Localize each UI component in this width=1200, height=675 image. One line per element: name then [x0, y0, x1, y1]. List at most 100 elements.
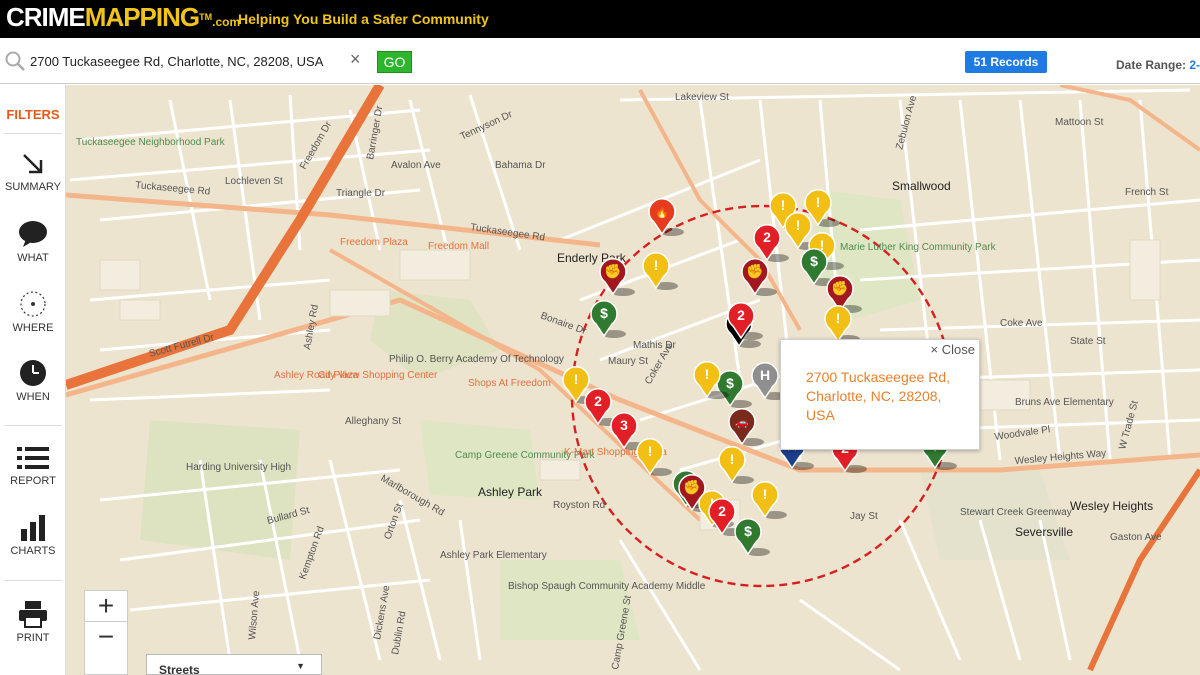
sidebar-label-charts: CHARTS: [10, 545, 56, 557]
location-target-icon: [20, 291, 46, 317]
map-label: Lakeview St: [675, 92, 729, 103]
map-label: Freedom Plaza: [340, 237, 408, 248]
divider: [4, 580, 62, 581]
map-label: Ashley Park Elementary: [440, 550, 547, 561]
date-range-label: Date Range:: [1116, 58, 1187, 72]
arrow-down-right-icon: [23, 154, 43, 174]
multiple-icon: 2: [594, 393, 602, 409]
theft-icon: $: [600, 305, 608, 321]
map-label: Royston Rd: [553, 500, 605, 511]
address-search-input[interactable]: [30, 48, 350, 74]
map-label: Coke Ave: [1000, 318, 1043, 329]
map-label: State St: [1070, 336, 1106, 347]
map-label: Marie Luther King Community Park: [840, 242, 997, 253]
sidebar-label-when: WHEN: [16, 391, 50, 403]
multiple-icon: 2: [763, 229, 771, 245]
map-label: Mattoon St: [1055, 117, 1104, 128]
sidebar-item-print[interactable]: PRINT: [0, 600, 66, 644]
sidebar-item-what[interactable]: WHAT: [0, 220, 66, 264]
map-label: Wesley Heights: [1070, 499, 1153, 513]
multiple-icon: 3: [620, 417, 628, 433]
sidebar-item-report[interactable]: REPORT: [0, 445, 66, 487]
map-label: Seversville: [1015, 525, 1073, 539]
layer-select-value: Streets: [159, 663, 200, 675]
search-bar: × GO 51 Records Date Range: 2-: [0, 38, 1200, 84]
left-sidebar: FILTERS SUMMARY WHAT WHERE WHEN REPORT C…: [0, 85, 66, 675]
sidebar-item-where[interactable]: WHERE: [0, 290, 66, 334]
date-range-value[interactable]: 2-: [1189, 58, 1200, 72]
list-icon: [17, 447, 49, 469]
sidebar-item-summary[interactable]: SUMMARY: [0, 151, 66, 193]
map-label: Maury St: [608, 356, 648, 367]
logo-part2: MAPPING: [84, 2, 200, 32]
map-label: Bruns Ave Elementary: [1015, 397, 1114, 408]
sidebar-label-report: REPORT: [10, 475, 56, 487]
bar-chart-icon: [21, 515, 45, 541]
map-label: Smallwood: [892, 179, 951, 193]
map-label: Gaston Ave: [1110, 532, 1162, 543]
crime-map[interactable]: Enderly Park Ashley Park Smallwood Sever…: [66, 85, 1200, 675]
map-label: Harding University High: [186, 462, 291, 473]
caution-icon: !: [705, 366, 710, 382]
sidebar-item-charts[interactable]: CHARTS: [0, 515, 66, 557]
caution-icon: !: [763, 486, 768, 502]
caution-icon: !: [730, 451, 735, 467]
go-button[interactable]: GO: [377, 51, 412, 73]
popup-close-button[interactable]: × Close: [931, 342, 975, 357]
theft-icon: $: [744, 523, 752, 539]
caution-icon: !: [796, 217, 801, 233]
map-label: French St: [1125, 187, 1169, 198]
speech-bubble-icon: [19, 221, 47, 247]
clock-icon: [20, 360, 46, 386]
map-label: Shops At Freedom: [468, 378, 551, 389]
arson-icon: 🔥: [655, 206, 669, 219]
divider: [4, 425, 62, 426]
clear-icon[interactable]: ×: [350, 49, 361, 70]
zoom-out-button[interactable]: −: [85, 622, 127, 652]
caution-icon: !: [836, 310, 841, 326]
date-range[interactable]: Date Range: 2-: [1116, 58, 1200, 72]
caution-icon: !: [654, 257, 659, 273]
crimemapping-logo[interactable]: CRIMEMAPPINGTM.com: [6, 2, 240, 37]
multiple-icon: 2: [718, 503, 726, 519]
map-label: Triangle Dr: [336, 188, 386, 199]
caution-icon: !: [648, 443, 653, 459]
theft-icon: $: [726, 375, 734, 391]
top-header: CRIMEMAPPINGTM.com Helping You Build a S…: [0, 0, 1200, 38]
map-label: Bishop Spaugh Community Academy Middle: [508, 581, 706, 592]
basemap-layer-select[interactable]: Streets ▼: [146, 654, 322, 675]
printer-icon: [19, 601, 47, 628]
multiple-icon: 2: [737, 307, 745, 323]
map-label: Bahama Dr: [495, 160, 546, 171]
filters-label[interactable]: FILTERS: [0, 107, 66, 122]
map-label: Lochleven St: [225, 176, 283, 187]
sidebar-label-summary: SUMMARY: [4, 181, 62, 193]
chevron-down-icon: ▼: [296, 661, 305, 671]
caution-icon: !: [574, 371, 579, 387]
records-button[interactable]: 51 Records: [965, 51, 1047, 73]
caution-icon: !: [816, 194, 821, 210]
sidebar-label-where: WHERE: [12, 322, 54, 334]
map-label: Stewart Creek Greenway: [960, 507, 1072, 518]
assault-icon: ✊: [604, 263, 621, 280]
map-label: Philip O. Berry Academy Of Technology: [389, 354, 564, 365]
map-label: Avalon Ave: [391, 160, 441, 171]
zoom-in-button[interactable]: +: [85, 591, 127, 621]
hospital-icon: H: [760, 367, 770, 383]
divider: [4, 133, 62, 134]
map-canvas[interactable]: Enderly Park Ashley Park Smallwood Sever…: [66, 85, 1200, 675]
map-label: Tuckaseegee Neighborhood Park: [76, 137, 226, 148]
popup-address: 2700 Tuckaseegee Rd, Charlotte, NC, 2820…: [806, 369, 950, 423]
zoom-control: + −: [84, 590, 128, 675]
logo-part1: CRIME: [6, 2, 86, 32]
sidebar-item-when[interactable]: WHEN: [0, 359, 66, 403]
map-label: Ashley Road Plaza: [274, 370, 359, 381]
vehicle-icon: 🚗: [735, 417, 749, 429]
map-label: Freedom Mall: [428, 241, 489, 252]
tagline: Helping You Build a Safer Community: [238, 11, 489, 27]
sidebar-label-print: PRINT: [16, 632, 50, 644]
map-label: Jay St: [850, 511, 878, 522]
search-icon: [5, 51, 25, 71]
caution-icon: !: [781, 197, 786, 213]
map-label: Alleghany St: [345, 416, 401, 427]
